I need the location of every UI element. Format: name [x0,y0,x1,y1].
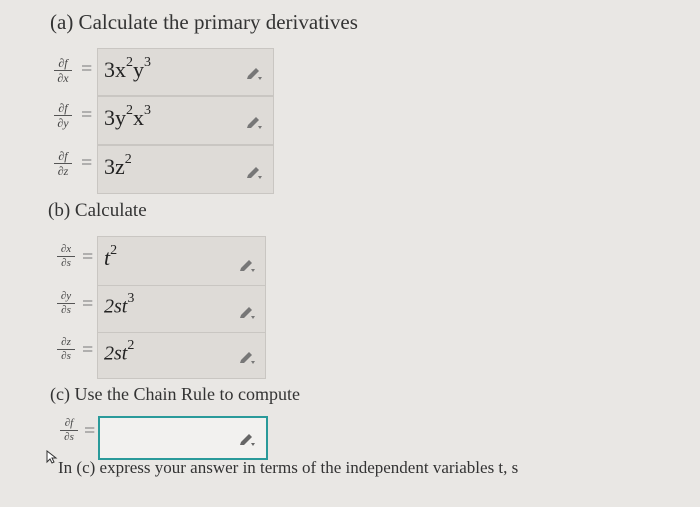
answer-box-dz-ds[interactable]: 2st2 [97,332,266,379]
instruction-note: In (c) express your answer in terms of t… [58,458,519,477]
part-c-heading: (c) Use the Chain Rule to compute [50,384,300,404]
pencil-icon[interactable] [238,351,256,365]
fraction-numerator: ∂x [60,243,72,255]
equals-sign: = [82,246,94,268]
pencil-icon[interactable] [245,166,263,180]
answer-value: 3y2x3 [104,102,151,130]
equals-sign: = [82,293,94,315]
answer-value: 2st3 [104,291,135,318]
fraction-denominator: ∂x [57,71,69,85]
fraction-df-dy: ∂f ∂y [54,102,72,129]
answer-box-df-dz[interactable]: 3z2 [97,145,274,194]
answer-value: 3z2 [104,151,132,179]
fraction-dz-ds: ∂z ∂s [57,337,75,362]
fraction-dx-ds: ∂x ∂s [57,244,75,269]
pencil-icon[interactable] [245,116,263,130]
answer-value: t2 [104,242,118,270]
fraction-denominator: ∂s [61,304,71,316]
chain-rule-answer-input[interactable] [98,416,268,460]
fraction-numerator: ∂y [60,290,72,302]
fraction-denominator: ∂s [64,431,74,443]
fraction-numerator: ∂z [61,336,71,348]
fraction-numerator: ∂f [58,149,68,163]
answer-box-df-dy[interactable]: 3y2x3 [97,96,274,145]
answer-value: 3x2y3 [104,54,151,82]
pencil-icon[interactable] [238,433,256,447]
equals-sign: = [82,339,94,361]
fraction-denominator: ∂y [57,116,69,130]
fraction-df-dx: ∂f ∂x [54,57,72,84]
pencil-icon[interactable] [245,67,263,81]
equals-sign: = [84,420,96,442]
answer-box-dy-ds[interactable]: 2st3 [97,285,266,333]
fraction-dy-ds: ∂y ∂s [57,291,75,316]
fraction-df-ds: ∂f ∂s [60,418,78,443]
equals-sign: = [81,104,93,126]
answer-value: 2st2 [104,338,135,365]
part-a-heading: (a) Calculate the primary derivatives [50,10,358,34]
equals-sign: = [81,152,93,174]
equals-sign: = [81,58,93,80]
answer-box-dx-ds[interactable]: t2 [97,236,266,286]
fraction-numerator: ∂f [64,417,74,429]
fraction-df-dz: ∂f ∂z [54,150,72,177]
pencil-icon[interactable] [238,306,256,320]
fraction-denominator: ∂s [61,257,71,269]
fraction-denominator: ∂s [61,350,71,362]
fraction-denominator: ∂z [57,164,69,178]
part-b-heading: (b) Calculate [48,200,147,221]
fraction-numerator: ∂f [58,56,68,70]
answer-box-df-dx[interactable]: 3x2y3 [97,48,274,96]
fraction-numerator: ∂f [58,101,68,115]
pencil-icon[interactable] [238,259,256,273]
